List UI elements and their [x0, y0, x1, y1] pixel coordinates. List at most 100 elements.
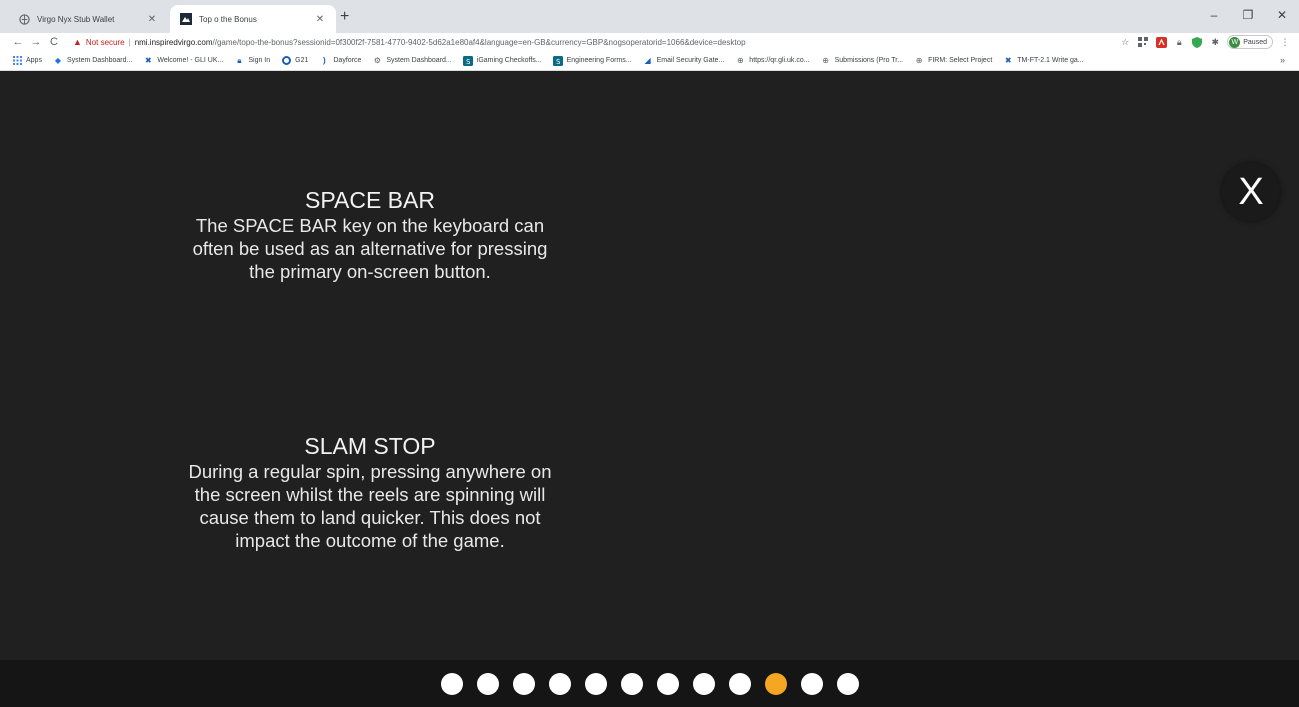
bookmark-label: Email Security Gate... — [656, 57, 725, 64]
bookmark-label: Submissions (Pro Tr... — [834, 57, 904, 64]
bookmark-tm-ft-write[interactable]: ✖ TM-FT-2.1 Write ga... — [1003, 56, 1084, 66]
shield-extension-icon[interactable] — [1191, 36, 1203, 48]
tab-top-o-the-bonus[interactable]: Top o the Bonus ✕ — [170, 5, 336, 33]
url-host: nmi.inspiredvirgo.com — [134, 37, 213, 47]
bookmark-label: System Dashboard... — [386, 57, 452, 64]
page-dot-active[interactable] — [764, 672, 787, 695]
lock-icon: 🔒︎ — [237, 55, 242, 65]
bookmark-submissions[interactable]: ⊕ Submissions (Pro Tr... — [821, 56, 903, 66]
gear-icon: ⚙︎ — [373, 56, 381, 65]
tab-virgo-nyx-stub-wallet[interactable]: Virgo Nyx Stub Wallet ✕ — [8, 5, 168, 33]
new-tab-button[interactable]: + — [340, 9, 349, 25]
tab-close-icon[interactable]: ✕ — [314, 14, 326, 25]
gli-icon: ✖ — [1004, 56, 1012, 65]
bookmark-email-security-gateway[interactable]: ◢ Email Security Gate... — [643, 56, 725, 66]
page-dot[interactable] — [548, 672, 571, 695]
bookmark-label: https://qr.gli.uk.co... — [749, 57, 810, 64]
lock-extension-icon[interactable]: 🔒︎ — [1173, 36, 1185, 48]
forward-button[interactable]: → — [27, 36, 45, 48]
restore-button[interactable]: ❐ — [1231, 0, 1265, 30]
page-indicator — [0, 660, 1299, 707]
bookmark-system-dashboard-2[interactable]: ⚙︎ System Dashboard... — [372, 56, 452, 66]
bookmark-label: Apps — [26, 57, 42, 64]
address-separator: | — [128, 37, 131, 47]
help-section-space-bar: SPACE BAR The SPACE BAR key on the keybo… — [160, 186, 580, 283]
tab-title: Virgo Nyx Stub Wallet — [37, 14, 115, 24]
bookmark-label: Sign In — [248, 57, 271, 64]
bookmark-label: iGaming Checkoffs... — [476, 57, 542, 64]
dayforce-icon: ) — [323, 56, 326, 65]
not-secure-label[interactable]: Not secure — [86, 38, 125, 47]
window-close-button[interactable]: ✕ — [1265, 0, 1299, 30]
tab-strip: Virgo Nyx Stub Wallet ✕ Top o the Bonus … — [0, 0, 1299, 33]
browser-menu-icon[interactable]: ⋮ — [1279, 36, 1291, 48]
puzzle-extensions-icon[interactable]: ✱ — [1209, 36, 1221, 48]
avatar: W — [1229, 36, 1241, 48]
page-dot[interactable] — [836, 672, 859, 695]
page-dot[interactable] — [620, 672, 643, 695]
bookmark-label: System Dashboard... — [66, 57, 133, 64]
bookmark-star-icon[interactable]: ☆ — [1119, 36, 1131, 48]
profile-paused-button[interactable]: W Paused — [1227, 35, 1273, 49]
gli-icon: ✖ — [144, 56, 152, 65]
bookmark-igaming-checkoffs[interactable]: S iGaming Checkoffs... — [462, 55, 542, 66]
apps-grid-icon — [12, 56, 22, 66]
game-help-screen: SPACE BAR The SPACE BAR key on the keybo… — [0, 72, 1299, 707]
section-title: SLAM STOP — [304, 433, 436, 459]
bookmark-label: G21 — [295, 57, 309, 64]
bookmark-qr-gli[interactable]: ⊕ https://qr.gli.uk.co... — [735, 56, 810, 66]
bookmark-system-dashboard[interactable]: ◆ System Dashboard... — [53, 56, 132, 66]
section-line: During a regular spin, pressing anywhere… — [188, 461, 552, 482]
profile-status: Paused — [1243, 38, 1267, 46]
bookmark-label: FIRM: Select Project — [928, 57, 993, 64]
close-icon: X — [1238, 170, 1264, 213]
bookmark-apps[interactable]: Apps — [12, 56, 42, 66]
section-line: The SPACE BAR key on the keyboard can — [195, 215, 545, 236]
section-line: impact the outcome of the game. — [235, 530, 505, 551]
sharepoint-icon: S — [462, 55, 473, 66]
close-help-button[interactable]: X — [1222, 163, 1280, 221]
page-dot[interactable] — [584, 672, 607, 695]
page-dot[interactable] — [440, 672, 463, 695]
help-section-slam-stop: SLAM STOP During a regular spin, pressin… — [160, 432, 580, 552]
section-line: often be used as an alternative for pres… — [192, 238, 548, 259]
sharepoint-icon: S — [552, 55, 563, 66]
bookmark-sign-in[interactable]: 🔒︎ Sign In — [234, 56, 270, 66]
tab-close-icon[interactable]: ✕ — [146, 14, 158, 25]
page-dot[interactable] — [692, 672, 715, 695]
browser-toolbar: ← → C ▲ Not secure | nmi.inspiredvirgo.c… — [0, 33, 1299, 51]
bookmark-gli-welcome[interactable]: ✖ Welcome! - GLI UK... — [143, 56, 223, 66]
bookmark-label: Welcome! - GLI UK... — [157, 57, 224, 64]
globe-icon: ⊕ — [915, 56, 923, 65]
tab-title: Top o the Bonus — [199, 14, 257, 24]
extension-area: ☆ 🔒︎ ✱ W Paused ⋮ — [1119, 33, 1291, 51]
qr-code-icon[interactable] — [1137, 36, 1149, 48]
bookmark-label: TM-FT-2.1 Write ga... — [1017, 57, 1084, 64]
globe-icon — [18, 13, 30, 25]
bookmark-engineering-forms[interactable]: S Engineering Forms... — [552, 55, 632, 66]
bookmarks-overflow-button[interactable]: » — [1280, 55, 1285, 65]
g21-icon — [281, 56, 291, 66]
bookmark-label: Engineering Forms... — [566, 57, 632, 64]
window-controls: – ❐ ✕ — [1197, 0, 1299, 30]
diamond-icon: ◆ — [54, 56, 62, 65]
reload-button[interactable]: C — [45, 36, 63, 48]
warning-triangle-icon: ▲ — [73, 37, 82, 47]
game-favicon-icon — [180, 13, 192, 25]
page-dot[interactable] — [512, 672, 535, 695]
section-line: the screen whilst the reels are spinning… — [194, 484, 546, 505]
page-dot[interactable] — [800, 672, 823, 695]
address-bar[interactable]: ▲ Not secure | nmi.inspiredvirgo.com//ga… — [73, 37, 746, 47]
section-line: the primary on-screen button. — [249, 261, 491, 282]
bookmark-firm-select-project[interactable]: ⊕ FIRM: Select Project — [914, 56, 993, 66]
page-dot[interactable] — [728, 672, 751, 695]
page-dot[interactable] — [656, 672, 679, 695]
pdf-extension-icon[interactable] — [1155, 36, 1167, 48]
bookmark-g21[interactable]: G21 — [281, 56, 308, 66]
page-dot[interactable] — [476, 672, 499, 695]
back-button[interactable]: ← — [9, 36, 27, 48]
globe-icon: ⊕ — [822, 56, 829, 65]
svg-text:S: S — [556, 58, 561, 66]
minimize-button[interactable]: – — [1197, 0, 1231, 30]
bookmark-dayforce[interactable]: ) Dayforce — [319, 56, 361, 66]
